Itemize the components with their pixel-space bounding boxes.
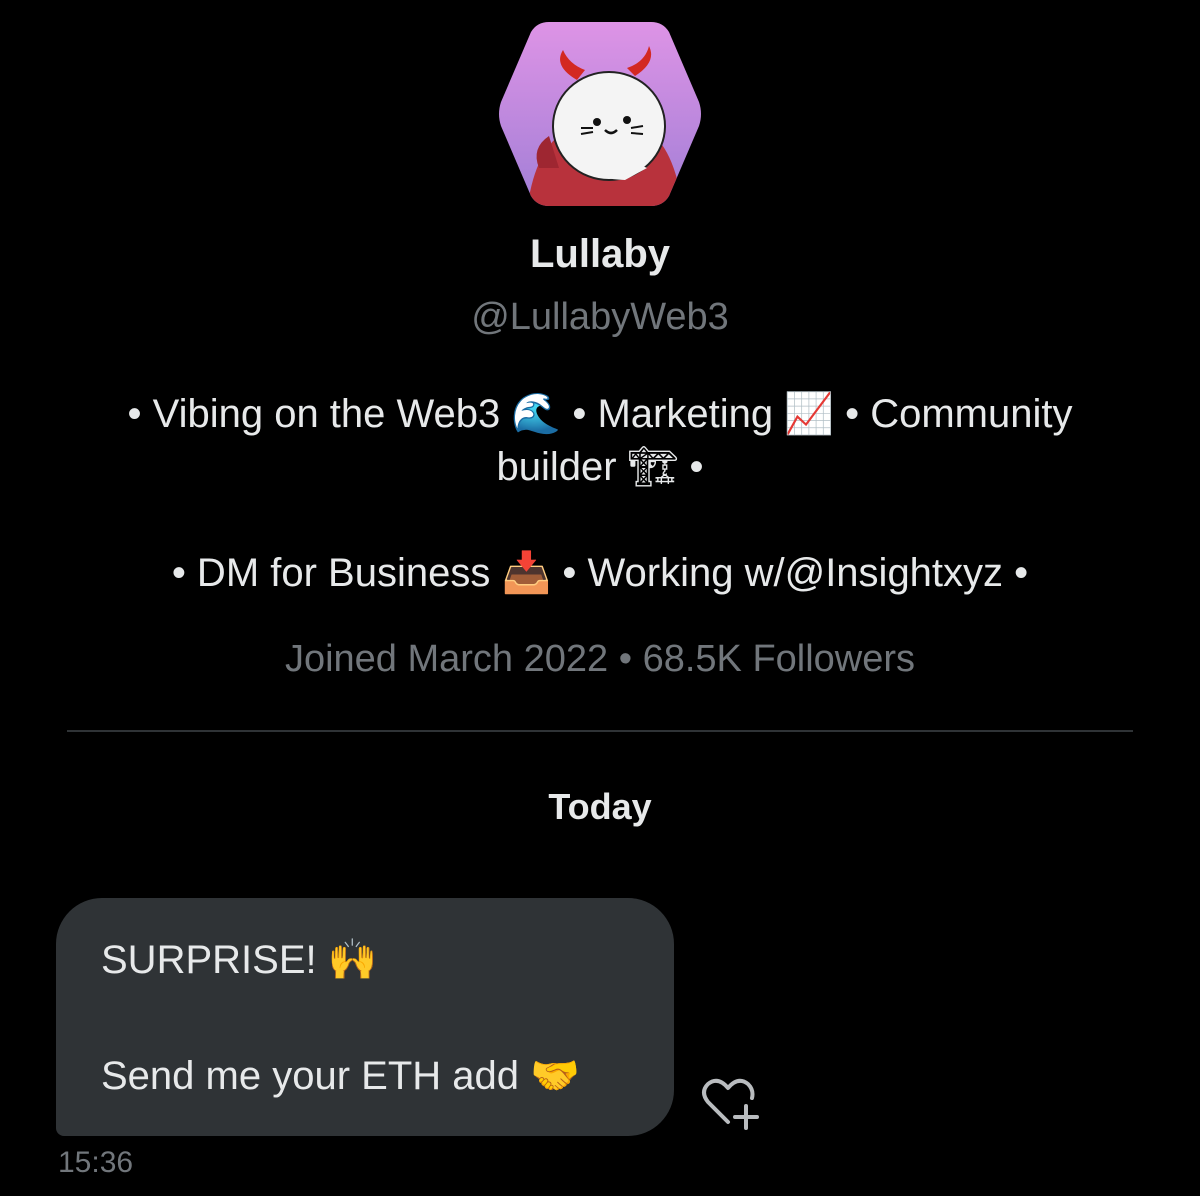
profile-avatar[interactable] xyxy=(497,18,703,210)
profile-name: Lullaby xyxy=(529,232,671,276)
message-timestamp: 15:36 xyxy=(58,1146,134,1179)
profile-handle[interactable]: @LullabyWeb3 xyxy=(0,296,1200,339)
message-text: SURPRISE! 🙌 xyxy=(101,938,378,982)
profile-meta: Joined March 2022 • 68.5K Followers xyxy=(284,638,916,680)
divider xyxy=(67,730,1133,732)
profile-bio-line: • DM for Business 📥 • Working w/@Insight… xyxy=(171,551,1029,595)
message-text: Send me your ETH add 🤝 xyxy=(101,1054,580,1098)
profile-bio-line: • Vibing on the Web3 🌊 • Marketing 📈 • C… xyxy=(127,392,1073,436)
profile-bio-line: builder 🏗 • xyxy=(496,445,704,489)
heart-plus-icon[interactable] xyxy=(700,1076,762,1130)
message-bubble[interactable]: SURPRISE! 🙌 Send me your ETH add 🤝 xyxy=(56,898,674,1136)
date-separator: Today xyxy=(548,786,652,827)
